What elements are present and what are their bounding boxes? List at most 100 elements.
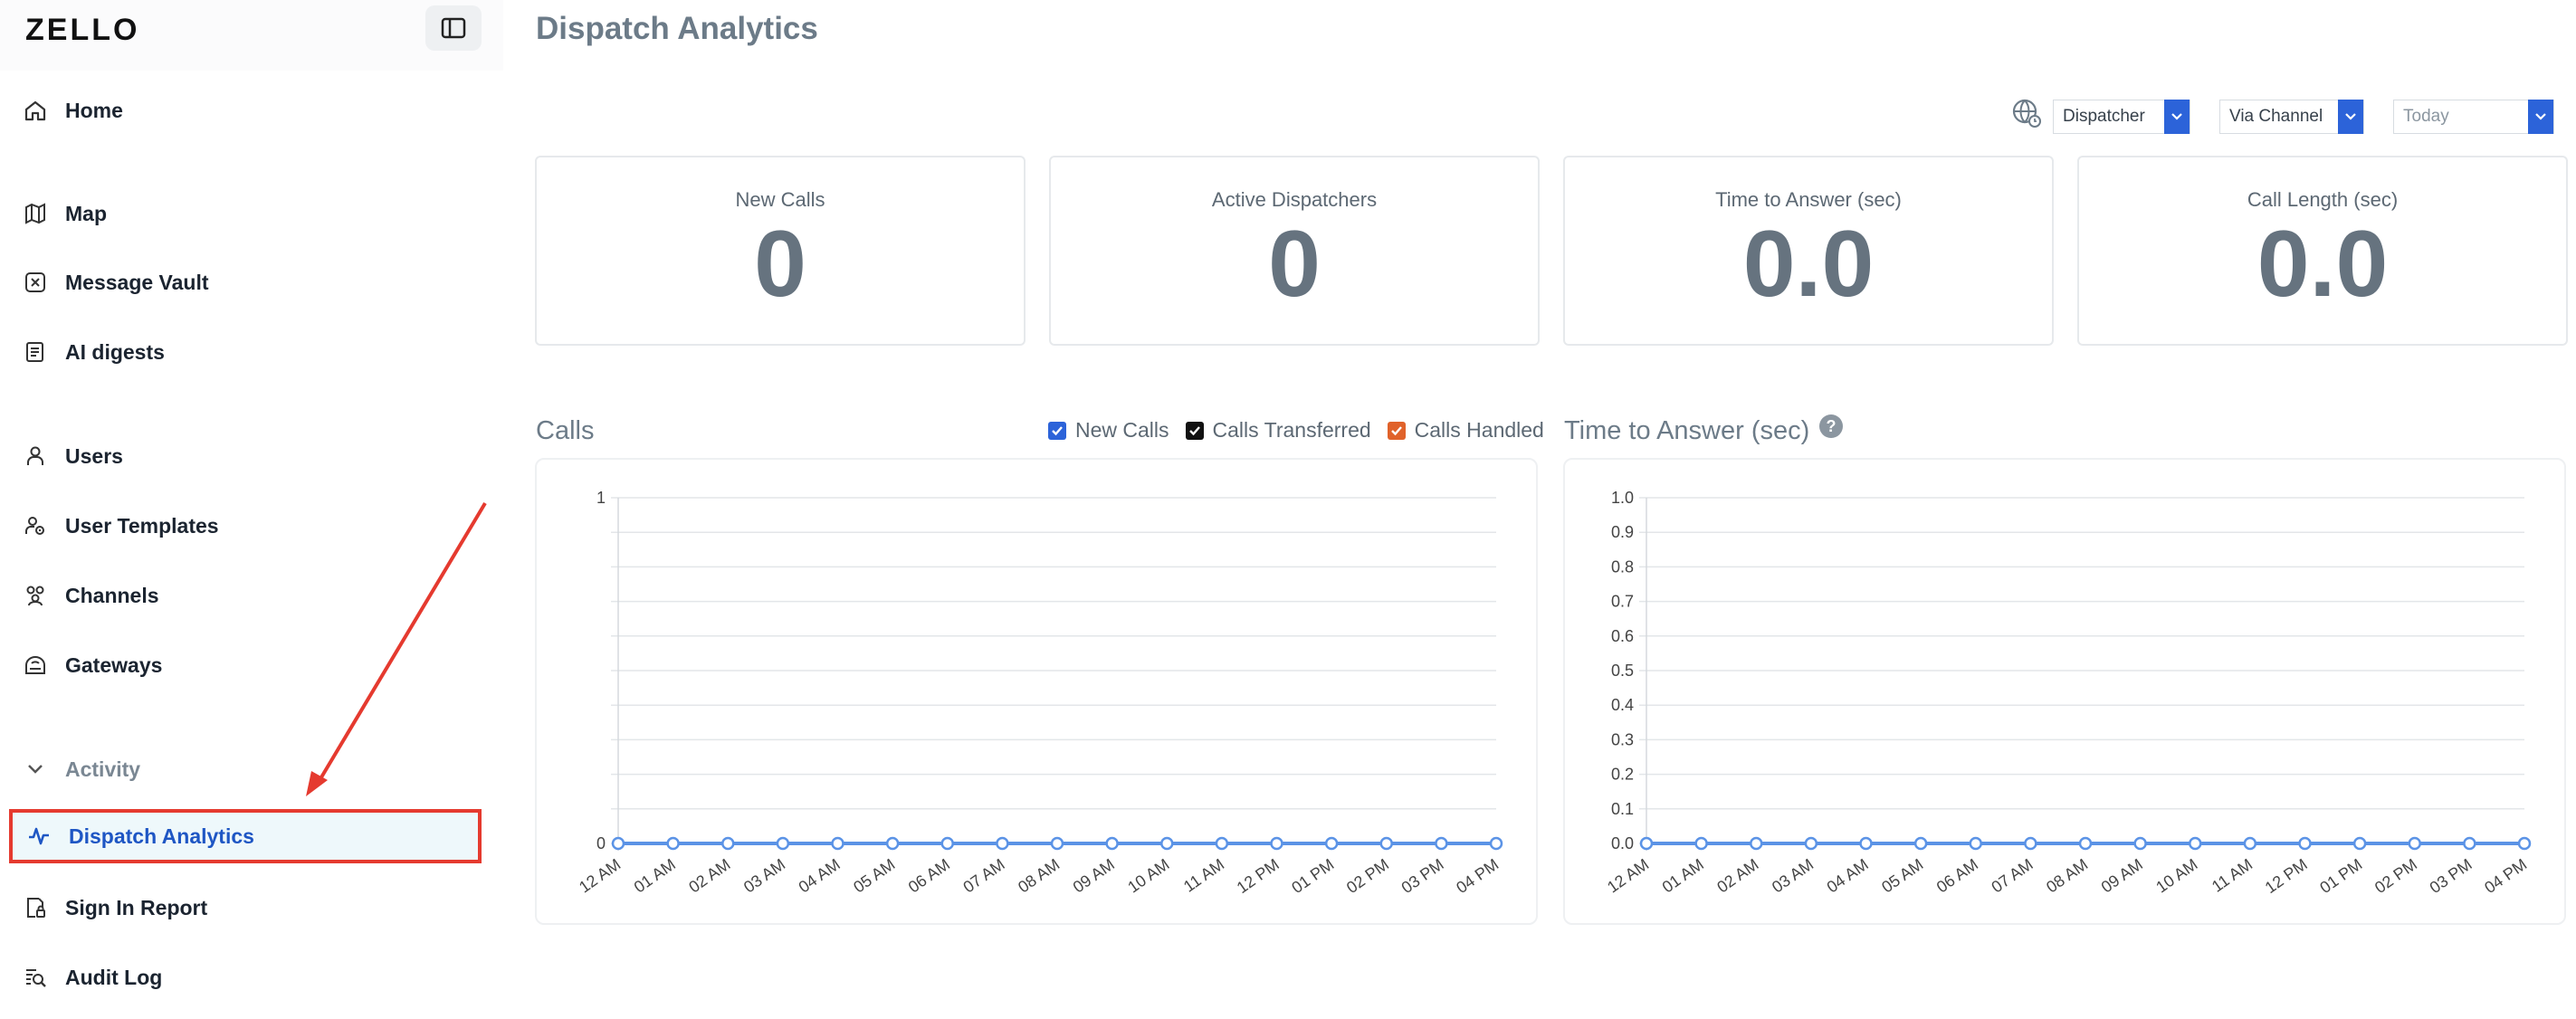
- x-tick-label: 07 AM: [959, 855, 1007, 897]
- x-tick-label: 01 PM: [1288, 855, 1337, 897]
- x-tick-label: 03 PM: [1398, 855, 1447, 897]
- sidebar-item-label: Audit Log: [65, 965, 163, 989]
- y-tick-label: 0.2: [1611, 766, 1634, 784]
- x-tick-label: 05 AM: [850, 855, 898, 897]
- x-tick-label: 01 AM: [631, 855, 679, 897]
- y-tick-label: 1.0: [1611, 489, 1634, 507]
- answer-chart-container: 0.0 0.1 0.2 0.3 0.4 0.5 0.6 0.7 0.8 0.9 1.0 12 AM 01…: [1563, 458, 2566, 925]
- date-range-select[interactable]: Today: [2393, 100, 2554, 134]
- y-tick-label: 0.8: [1611, 557, 1634, 576]
- sidebar-item-sign-in-report[interactable]: Sign In Report: [22, 888, 207, 928]
- checkbox-checked-icon[interactable]: [1185, 421, 1204, 440]
- checkbox-checked-icon[interactable]: [1048, 421, 1066, 440]
- help-icon[interactable]: ?: [1819, 414, 1843, 438]
- x-tick-label: 12 AM: [576, 855, 624, 897]
- legend-item-calls-handled[interactable]: Calls Handled: [1387, 418, 1544, 443]
- stat-label: Time to Answer (sec): [1715, 188, 1902, 211]
- legend-item-new-calls[interactable]: New Calls: [1048, 418, 1169, 443]
- stat-value: 0.0: [2256, 212, 2389, 317]
- x-tick-label: 08 AM: [1015, 855, 1063, 897]
- data-point: [2024, 836, 2037, 851]
- x-tick-label: 01 AM: [1659, 855, 1707, 897]
- data-point: [1270, 836, 1283, 851]
- data-point: [1379, 836, 1393, 851]
- chevron-down-icon: [2164, 100, 2190, 134]
- stat-label: Active Dispatchers: [1211, 188, 1378, 211]
- data-point: [611, 836, 625, 851]
- calls-chart-title: Calls: [536, 416, 595, 445]
- data-point: [1160, 836, 1174, 851]
- data-point: [831, 836, 844, 851]
- y-tick-label: 1: [596, 489, 606, 507]
- sign-in-report-icon: [22, 894, 49, 921]
- x-tick-label: 06 AM: [1933, 855, 1981, 897]
- data-point: [2517, 836, 2532, 851]
- chevron-down-icon: [2528, 100, 2553, 134]
- page-title: Dispatch Analytics: [536, 11, 818, 46]
- sidebar-item-label: Dispatch Analytics: [69, 824, 254, 848]
- data-point: [2298, 836, 2312, 851]
- x-tick-label: 04 PM: [1453, 855, 1502, 897]
- y-tick-label: 0.7: [1611, 593, 1634, 611]
- legend-item-calls-transferred[interactable]: Calls Transferred: [1185, 418, 1371, 443]
- legend-label: New Calls: [1075, 418, 1169, 442]
- stat-value: 0.0: [1742, 212, 1875, 317]
- y-tick-label: 0.4: [1611, 696, 1634, 714]
- data-point: [1750, 836, 1763, 851]
- checkbox-checked-icon[interactable]: [1387, 421, 1406, 440]
- legend-label: Calls Handled: [1414, 418, 1544, 442]
- sidebar-item-dispatch-analytics-highlight: Dispatch Analytics: [9, 809, 482, 863]
- data-point: [666, 836, 680, 851]
- stat-value: 0: [1268, 212, 1321, 317]
- x-tick-label: 09 AM: [1070, 855, 1118, 897]
- answer-chart-title: Time to Answer (sec): [1564, 416, 1810, 445]
- calls-chart-container: 0 1 12 AM 01 AM 02 AM 03 AM 04 AM 05 AM 06 AM 07 …: [535, 458, 1538, 925]
- timezone-globe-icon[interactable]: [2011, 98, 2042, 129]
- data-point: [1639, 836, 1654, 851]
- stat-label: Call Length (sec): [2247, 188, 2399, 211]
- y-tick-label: 0.0: [1611, 834, 1634, 852]
- x-tick-label: 02 AM: [685, 855, 733, 897]
- x-tick-label: 01 PM: [2316, 855, 2365, 897]
- data-point: [940, 836, 954, 851]
- stat-card-active-dispatchers: Active Dispatchers 0: [1049, 156, 1540, 346]
- legend-label: Calls Transferred: [1212, 418, 1371, 442]
- x-tick-label: 04 AM: [1824, 855, 1872, 897]
- x-tick-label: 11 AM: [2209, 855, 2256, 896]
- x-tick-label: 04 AM: [796, 855, 844, 897]
- channel-select-value: Via Channel: [2229, 107, 2323, 126]
- channel-select[interactable]: Via Channel: [2219, 100, 2364, 134]
- dispatcher-select[interactable]: Dispatcher: [2053, 100, 2190, 134]
- x-tick-label: 03 PM: [2427, 855, 2476, 897]
- y-tick-label: 0.6: [1611, 627, 1634, 645]
- sidebar-item-label: Sign In Report: [65, 895, 208, 919]
- data-point: [2078, 836, 2093, 851]
- sidebar-item-audit-log[interactable]: Audit Log: [22, 957, 162, 997]
- x-tick-label: 12 PM: [1234, 855, 1283, 897]
- data-point: [1105, 836, 1119, 851]
- data-point: [1804, 836, 1818, 851]
- x-tick-label: 06 AM: [905, 855, 953, 897]
- x-tick-label: 02 PM: [2371, 855, 2420, 897]
- data-point: [1050, 836, 1064, 851]
- data-point: [1694, 836, 1708, 851]
- y-tick-label: 0.1: [1611, 800, 1634, 818]
- y-tick-label: 0: [596, 834, 606, 852]
- data-point: [885, 836, 900, 851]
- chevron-down-icon: [2338, 100, 2363, 134]
- stat-card-new-calls: New Calls 0: [535, 156, 1026, 346]
- data-point: [721, 836, 735, 851]
- calls-chart: 0 1 12 AM 01 AM 02 AM 03 AM 04 AM 05 AM 06 AM 07 …: [576, 489, 1503, 897]
- data-point: [2352, 836, 2367, 851]
- date-range-select-value: Today: [2403, 107, 2449, 126]
- stat-card-time-to-answer: Time to Answer (sec) 0.0: [1563, 156, 2054, 346]
- data-point: [1969, 836, 1982, 851]
- data-point: [2243, 836, 2257, 851]
- answer-chart: 0.00.10.20.30.40.50.60.70.80.91.012 AM 01…: [1604, 489, 2532, 897]
- x-tick-label: 08 AM: [2043, 855, 2091, 897]
- stat-label: New Calls: [735, 188, 825, 211]
- sidebar-item-dispatch-analytics[interactable]: Dispatch Analytics: [25, 816, 254, 856]
- data-point: [996, 836, 1009, 851]
- audit-log-icon: [22, 964, 49, 991]
- data-point: [1435, 836, 1448, 851]
